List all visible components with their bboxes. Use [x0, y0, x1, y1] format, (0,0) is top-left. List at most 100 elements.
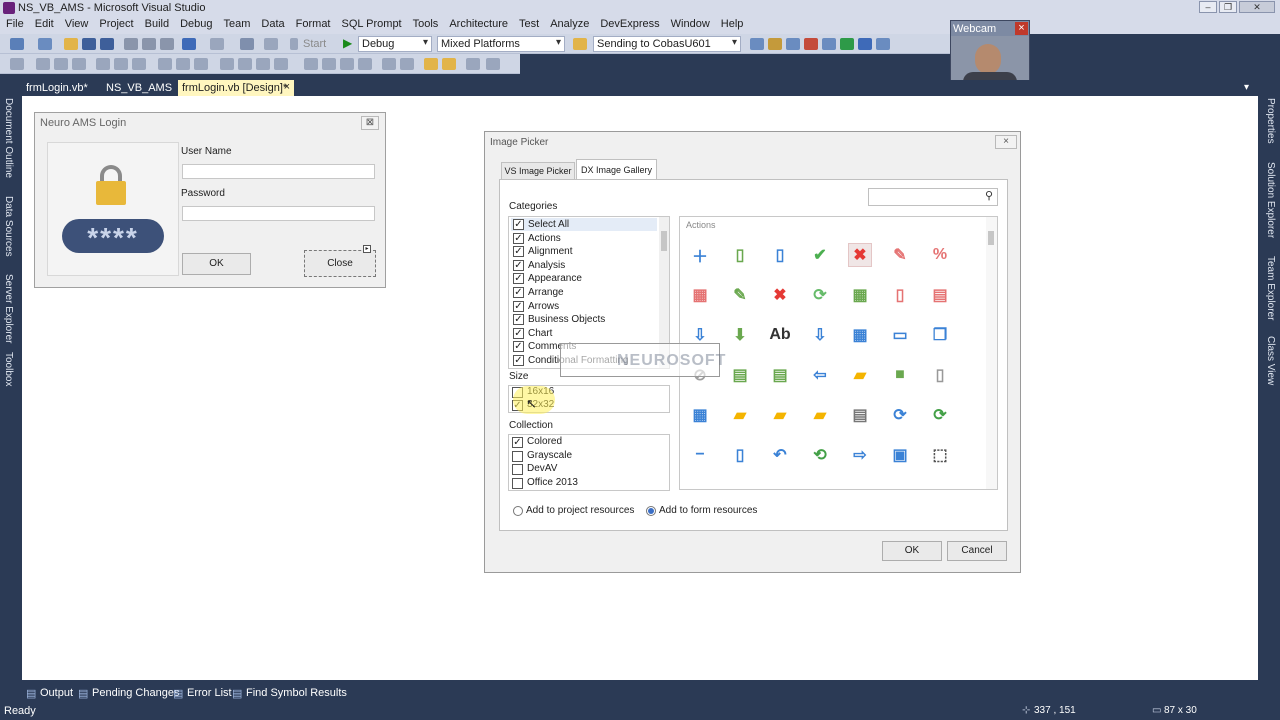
same-width-icon[interactable]	[158, 58, 172, 70]
category-item[interactable]: ✓ Alignment	[511, 245, 657, 258]
output-tab[interactable]: Output	[40, 687, 73, 699]
apply-icon[interactable]: ✔	[808, 243, 832, 267]
category-item[interactable]: ✓ Appearance	[511, 272, 657, 285]
add-icon[interactable]: ＋	[688, 243, 712, 267]
tool-e-icon[interactable]	[822, 38, 836, 50]
align-left-icon[interactable]	[36, 58, 50, 70]
class-view-tab[interactable]: Class View	[1265, 336, 1276, 385]
back-icon[interactable]: ⇦	[808, 363, 832, 387]
radio-form-resources[interactable]	[646, 506, 656, 516]
close-window-icon[interactable]: ✕	[1239, 1, 1275, 13]
webcam-close-icon[interactable]: ×	[1015, 22, 1028, 35]
checkbox[interactable]: ✓	[513, 246, 524, 258]
redo-icon[interactable]	[210, 38, 224, 50]
undo-icon[interactable]: ↶	[768, 443, 792, 467]
config-combo[interactable]: Debug	[358, 36, 432, 52]
maximize-icon[interactable]: ❐	[1219, 1, 1237, 13]
startup-icon[interactable]	[573, 38, 587, 50]
smart-tag-icon[interactable]: ▸	[363, 245, 371, 253]
edit-icon[interactable]: ✎	[728, 283, 752, 307]
h-remove-icon[interactable]	[274, 58, 288, 70]
cancel-icon[interactable]: ✖	[848, 243, 872, 267]
folder-user-icon[interactable]: ▰	[808, 403, 832, 427]
menu-edit[interactable]: Edit	[29, 16, 59, 30]
v-remove-icon[interactable]	[358, 58, 372, 70]
new-doc-plus-icon[interactable]: ▯	[768, 243, 792, 267]
same-height-icon[interactable]	[176, 58, 190, 70]
menu-window[interactable]: Window	[665, 16, 715, 30]
menu-project[interactable]: Project	[93, 16, 138, 30]
sync-icon[interactable]: ⟳	[888, 403, 912, 427]
redo-green-icon[interactable]: ⟲	[808, 443, 832, 467]
bring-front-icon[interactable]	[424, 58, 438, 70]
center-h-icon[interactable]	[382, 58, 396, 70]
categories-scroll-thumb[interactable]	[661, 231, 667, 251]
tab-dx-image-gallery[interactable]: DX Image Gallery	[576, 159, 657, 180]
remove-icon[interactable]: −	[688, 443, 712, 467]
edit-table-icon[interactable]: ▦	[688, 283, 712, 307]
menu-devexpress[interactable]: DevExpress	[594, 16, 664, 30]
document-outline-tab[interactable]: Document Outline	[3, 98, 14, 178]
menu-format[interactable]: Format	[290, 16, 336, 30]
category-item[interactable]: ✓ Analysis	[511, 259, 657, 272]
solution-explorer-tab[interactable]: Solution Explorer	[1265, 162, 1276, 238]
same-size-icon[interactable]	[194, 58, 208, 70]
tab-order-icon[interactable]	[466, 58, 480, 70]
category-item[interactable]: ✓ Business Objects	[511, 313, 657, 326]
tool-f-icon[interactable]	[840, 38, 854, 50]
size-list[interactable]: 16x16✓32x32 ↖	[508, 385, 670, 414]
password-input[interactable]	[182, 206, 375, 221]
gallery-scrollbar[interactable]	[986, 217, 997, 489]
radio-project-resources[interactable]	[513, 506, 523, 516]
align-center-icon[interactable]	[54, 58, 68, 70]
platform-combo[interactable]: Mixed Platforms	[437, 36, 565, 52]
align-right-icon[interactable]	[72, 58, 86, 70]
collection-checkbox[interactable]	[512, 477, 523, 489]
cut-icon[interactable]	[124, 38, 138, 50]
save-all-icon[interactable]	[100, 38, 114, 50]
eraser-icon[interactable]: ✎	[888, 243, 912, 267]
category-item[interactable]: ✓ Arrange	[511, 286, 657, 299]
checkbox[interactable]: ✓	[513, 327, 524, 339]
username-input[interactable]	[182, 164, 375, 179]
toolbox-tab[interactable]: Toolbox	[3, 352, 14, 386]
checkbox[interactable]: ✓	[513, 219, 524, 230]
h-spacing-icon[interactable]	[220, 58, 234, 70]
folder-icon[interactable]: ▰	[728, 403, 752, 427]
startup-combo[interactable]: Sending to CobasU601	[593, 36, 741, 52]
menu-debug[interactable]: Debug	[174, 16, 217, 30]
forward-icon[interactable]: ⇨	[848, 443, 872, 467]
edit-grid-icon[interactable]: ▦	[848, 323, 872, 347]
picker-close-icon[interactable]: ×	[995, 135, 1017, 149]
menu-help[interactable]: Help	[715, 16, 749, 30]
checkbox[interactable]: ✓	[513, 300, 524, 312]
checkbox[interactable]: ✓	[513, 232, 524, 244]
category-item[interactable]: ✓ Select All	[511, 218, 657, 231]
tool-d-icon[interactable]	[804, 38, 818, 50]
ok-button[interactable]: OK	[182, 253, 251, 275]
lock-controls-icon[interactable]	[486, 58, 500, 70]
menu-data[interactable]: Data	[255, 16, 289, 30]
new-table-icon[interactable]: ▦	[688, 403, 712, 427]
menu-test[interactable]: Test	[513, 16, 544, 30]
data-sources-tab[interactable]: Data Sources	[3, 196, 14, 257]
new-project-icon[interactable]	[10, 38, 24, 50]
send-back-icon[interactable]	[442, 58, 456, 70]
checkbox[interactable]: ✓	[513, 273, 524, 285]
collection-checkbox[interactable]	[512, 464, 523, 476]
find-symbol-results-tab[interactable]: Find Symbol Results	[246, 687, 347, 699]
menu-analyze[interactable]: Analyze	[544, 16, 594, 30]
error-list-tab[interactable]: Error List	[187, 687, 232, 699]
tab-frmlogin-code[interactable]: frmLogin.vb*	[22, 80, 92, 96]
menu-sql-prompt[interactable]: SQL Prompt	[336, 16, 407, 30]
h-increase-icon[interactable]	[238, 58, 252, 70]
align-grid-icon[interactable]	[10, 58, 24, 70]
save-icon[interactable]	[82, 38, 96, 50]
checkbox[interactable]: ✓	[513, 355, 524, 366]
v-spacing-icon[interactable]	[304, 58, 318, 70]
collection-list[interactable]: ✓ Colored Grayscale DevAV Office 2013	[508, 434, 670, 491]
menu-team[interactable]: Team	[218, 16, 256, 30]
category-item[interactable]: ✓ Actions	[511, 232, 657, 245]
delete-icon[interactable]: ✖	[768, 283, 792, 307]
picker-cancel-button[interactable]: Cancel	[947, 541, 1007, 561]
